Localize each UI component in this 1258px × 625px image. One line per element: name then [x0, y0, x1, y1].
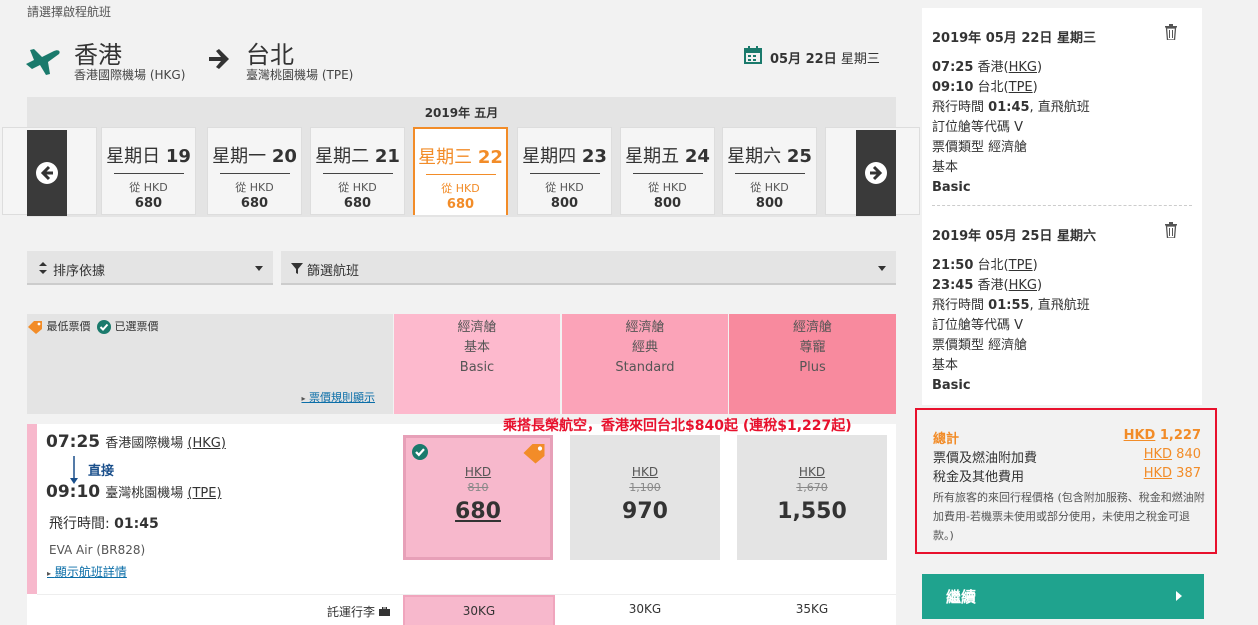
arr-time: 09:10 [46, 482, 101, 502]
filter-dropdown[interactable]: 篩選航班 [281, 251, 896, 285]
fare-option-standard[interactable]: HKD 1,100 970 [570, 435, 720, 560]
day-card-19[interactable]: 星期日 19 從 HKD 680 [101, 127, 196, 215]
arrival-info: 09:10 臺灣桃園機場 (TPE) [46, 482, 222, 502]
day-card-25[interactable]: 星期六 25 從 HKD 800 [722, 127, 817, 215]
summary-leg-outbound: 2019年 05月 22日 星期三 07:25 香港(HKG) 09:10 台北… [932, 31, 1096, 195]
chevron-right-icon [1176, 591, 1182, 601]
fare-column-plus: 經濟艙 尊寵 Plus [729, 314, 896, 414]
flight-duration: 飛行時間: 01:45 [49, 516, 159, 532]
price-tag-icon [523, 444, 545, 464]
carousel-month: 2019年 五月 [424, 106, 499, 120]
sort-label: 排序依據 [53, 264, 106, 279]
chevron-down-icon [878, 266, 886, 271]
flight-details-link[interactable]: ▸ 顯示航班詳情 [47, 563, 127, 580]
selected-date-day: 05月 22日 [770, 52, 837, 67]
sort-icon [39, 262, 47, 274]
stops-label: 直接 [88, 464, 115, 479]
dep-airport: 香港國際機場 (HKG) [105, 436, 226, 451]
page-instruction: 請選擇啟程航班 [27, 5, 112, 19]
price-tag-icon [28, 321, 42, 334]
destination-airport: 臺灣桃園機場 (TPE) [246, 68, 354, 82]
dep-time: 07:25 [46, 432, 101, 452]
summary-leg-return: 2019年 05月 25日 星期六 21:50 台北(TPE) 23:45 香港… [932, 229, 1096, 393]
selected-date-weekday: 星期三 [840, 52, 880, 67]
carousel-prev-button[interactable] [27, 130, 67, 216]
day-card-22-selected[interactable]: 星期三 22 從 HKD 680 [413, 127, 508, 215]
baggage-plus: 35KG [795, 602, 829, 616]
fare-rules-link[interactable]: ▸ 票價規則顯示 [301, 389, 375, 405]
day-card-21[interactable]: 星期二 21 從 HKD 680 [310, 127, 405, 215]
trash-icon[interactable] [1164, 222, 1178, 238]
baggage-label: 託運行李 [327, 603, 390, 620]
baggage-row: 託運行李 30KG 30KG 35KG [37, 594, 896, 625]
baggage-standard: 30KG [628, 602, 662, 616]
legend-lowest: 最低票價 [46, 320, 91, 333]
airplane-icon [26, 49, 60, 75]
fare-legend-area: 最低票價 已選票價 ▸ 票價規則顯示 [27, 314, 393, 414]
carousel-next-button[interactable] [856, 130, 896, 216]
fare-option-plus[interactable]: HKD 1,670 1,550 [737, 435, 887, 560]
origin-airport: 香港國際機場 (HKG) [74, 68, 186, 82]
arrow-right-icon [209, 49, 229, 69]
arrow-left-circle-icon [36, 162, 58, 184]
check-circle-icon [412, 444, 428, 460]
filter-icon [291, 263, 303, 274]
price-note: 所有旅客的來回行程價格 (包含附加服務、稅金和燃油附加費用-若機票未使用或部分使… [933, 491, 1205, 542]
continue-button[interactable]: 繼續 [922, 574, 1204, 619]
tax-row: 稅金及其他費用 HKD 387 [933, 466, 1201, 485]
legend-selected: 已選票價 [114, 320, 159, 333]
promo-banner: 乘搭長榮航空，香港來回台北$840起 (連稅$1,227起) [503, 418, 852, 434]
arr-airport: 臺灣桃園機場 (TPE) [105, 486, 222, 501]
fare-fuel-row: 票價及燃油附加費 HKD 840 [933, 447, 1201, 466]
arrow-right-circle-icon [865, 162, 887, 184]
origin-city: 香港 [74, 41, 122, 69]
total-row: 總計 HKD 1,227 [933, 428, 1201, 447]
price-total-box: 總計 HKD 1,227 票價及燃油附加費 HKD 840 稅金及其他費用 HK… [915, 408, 1217, 554]
destination-city: 台北 [246, 41, 294, 69]
selected-date: 05月 22日 星期三 [770, 48, 880, 67]
check-circle-icon [97, 320, 111, 334]
day-card-24[interactable]: 星期五 24 從 HKD 800 [620, 127, 715, 215]
day-card-20[interactable]: 星期一 20 從 HKD 680 [207, 127, 302, 215]
suitcase-icon [378, 606, 390, 616]
fare-option-basic[interactable]: HKD 810 680 [403, 435, 553, 560]
baggage-basic: 30KG [403, 595, 555, 625]
sort-dropdown[interactable]: 排序依據 [27, 251, 273, 285]
departure-info: 07:25 香港國際機場 (HKG) [46, 432, 226, 452]
fare-column-basic: 經濟艙 基本 Basic [394, 314, 560, 414]
fare-legend: 最低票價 已選票價 [27, 318, 159, 334]
trash-icon[interactable] [1164, 24, 1178, 40]
itinerary-summary: 2019年 05月 22日 星期三 07:25 香港(HKG) 09:10 台北… [922, 8, 1202, 405]
fare-column-standard: 經濟艙 經典 Standard [562, 314, 728, 414]
chevron-down-icon [255, 266, 263, 271]
airline-flight-number: EVA Air (BR828) [49, 543, 146, 557]
day-card-23[interactable]: 星期四 23 從 HKD 800 [517, 127, 612, 215]
calendar-icon [744, 46, 762, 64]
filter-label: 篩選航班 [307, 264, 360, 279]
date-carousel: 2019年 五月 星期日 19 從 HKD 680 星期一 20 從 HKD 6… [2, 97, 920, 217]
